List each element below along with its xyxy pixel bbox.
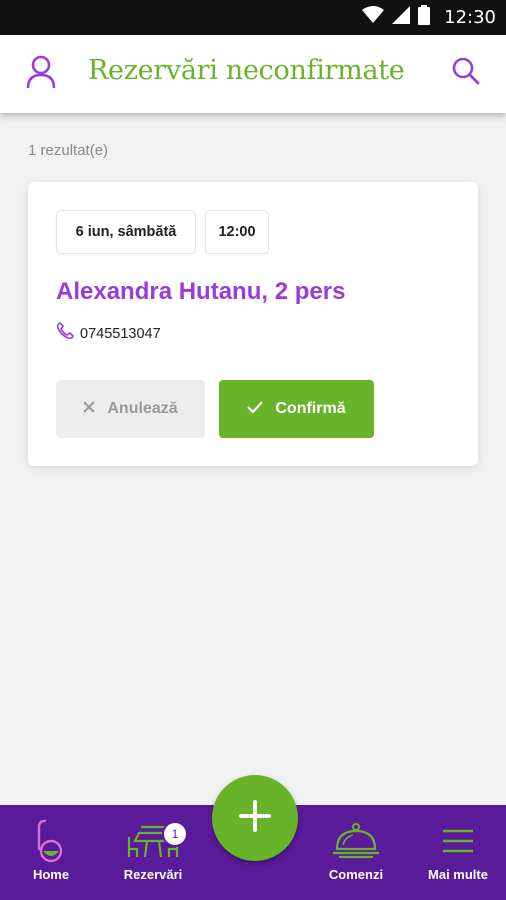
nav-label-home: Home	[32, 867, 70, 882]
nav-item-mai-multe[interactable]: Mai multe	[420, 805, 496, 900]
cancel-label: Anulează	[107, 400, 178, 417]
time-chip: 12:00	[205, 210, 269, 254]
menu-icon	[441, 819, 475, 863]
status-bar: 12:30	[0, 0, 506, 35]
result-count: 1 rezultat(e)	[28, 142, 109, 159]
status-time: 12:30	[444, 7, 496, 28]
nav-label-rezervari: Rezervări	[123, 867, 183, 882]
user-icon[interactable]	[26, 55, 56, 89]
battery-icon	[418, 5, 431, 30]
phone-icon	[56, 322, 74, 345]
cloche-icon	[331, 819, 381, 863]
confirm-label: Confirmă	[275, 400, 346, 417]
app-bar: Rezervări neconfirmate	[0, 35, 506, 113]
confirm-button[interactable]: Confirmă	[219, 380, 374, 438]
nav-item-comenzi[interactable]: Comenzi	[322, 805, 390, 900]
check-icon	[247, 400, 264, 418]
nav-item-rezervari[interactable]: 1 Rezervări	[116, 805, 190, 900]
ladle-icon	[33, 819, 69, 863]
search-icon[interactable]	[452, 57, 480, 85]
add-reservation-button[interactable]	[212, 775, 298, 861]
plus-icon	[238, 799, 272, 838]
reservations-badge: 1	[162, 821, 188, 847]
page-title: Rezervări neconfirmate	[88, 55, 405, 86]
phone-number: 0745513047	[80, 325, 161, 342]
reservation-card: 6 iun, sâmbătă 12:00 Alexandra Hutanu, 2…	[28, 182, 478, 466]
phone-row[interactable]: 0745513047	[56, 322, 161, 345]
guest-name[interactable]: Alexandra Hutanu, 2 pers	[56, 278, 345, 306]
signal-icon	[392, 6, 411, 29]
nav-label-comenzi: Comenzi	[328, 867, 384, 882]
close-icon	[83, 400, 96, 418]
date-chip: 6 iun, sâmbătă	[56, 210, 196, 254]
cancel-button[interactable]: Anulează	[56, 380, 205, 438]
nav-item-home[interactable]: Home	[22, 805, 80, 900]
nav-label-mai-multe: Mai multe	[428, 867, 488, 882]
wifi-icon	[362, 6, 385, 29]
